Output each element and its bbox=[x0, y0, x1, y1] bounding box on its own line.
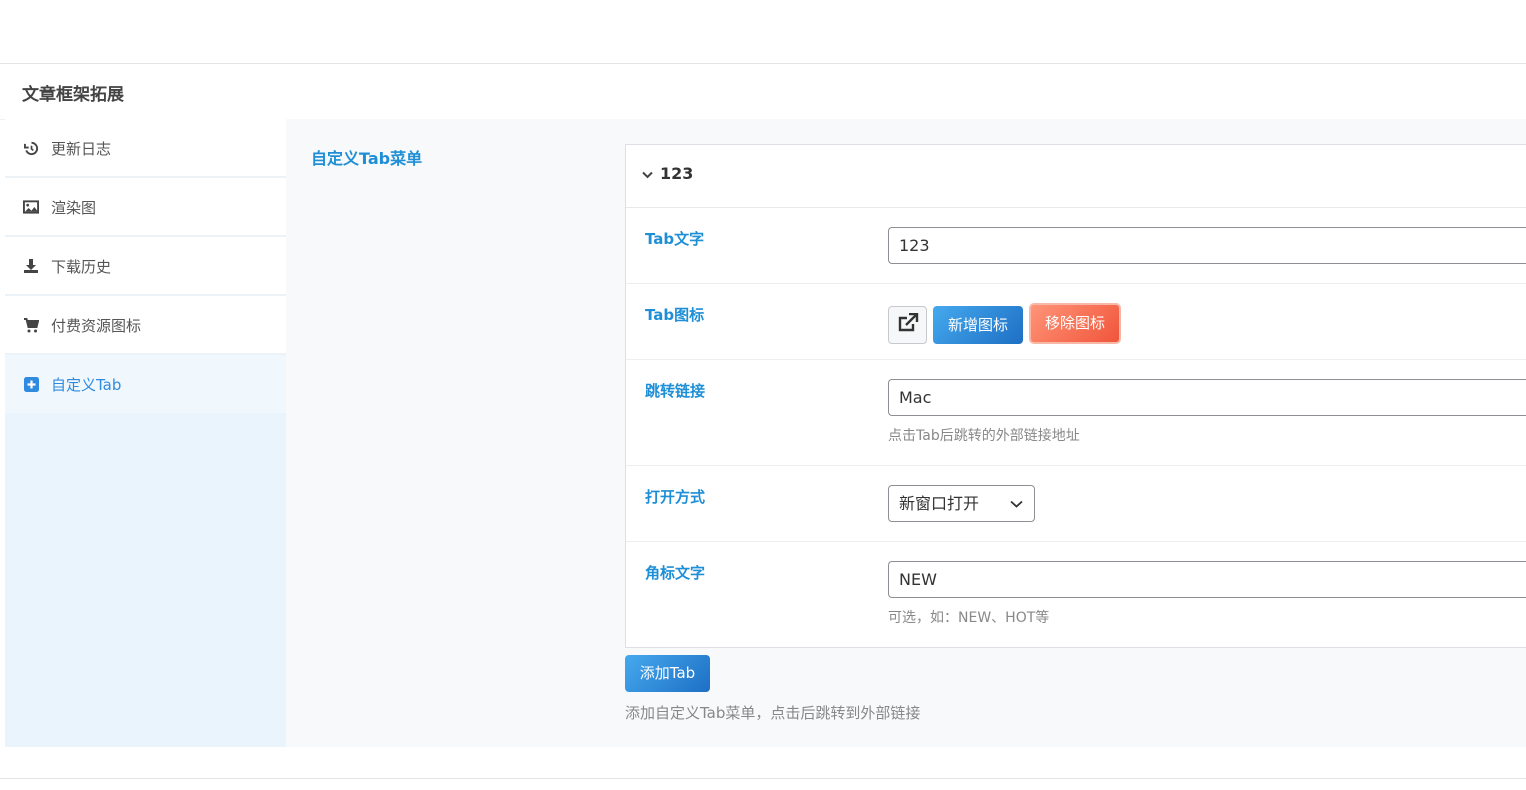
sidebar-item-paid-icon[interactable]: 付费资源图标 bbox=[5, 296, 286, 354]
field-label: 打开方式 bbox=[645, 488, 706, 506]
add-tab-description: 添加自定义Tab菜单，点击后跳转到外部链接 bbox=[625, 704, 921, 722]
field-label: 角标文字 bbox=[645, 564, 706, 582]
badge-text-input[interactable]: NEW bbox=[888, 561, 1526, 598]
icon-preview-button[interactable] bbox=[888, 306, 927, 344]
chevron-down-icon bbox=[1010, 486, 1024, 521]
panel-header: 文章框架拓展 bbox=[0, 64, 1526, 120]
add-tab-button[interactable]: 添加Tab bbox=[625, 655, 710, 692]
image-icon bbox=[23, 199, 39, 215]
field-row-tab-icon: Tab图标 新增图标 移除图标 bbox=[626, 284, 1526, 360]
sidebar: 更新日志 渲染图 下载历史 付费资源图标 自定义Tab bbox=[5, 119, 286, 747]
sidebar-item-renders[interactable]: 渲染图 bbox=[5, 178, 286, 236]
field-row-tab-text: Tab文字 123 bbox=[626, 208, 1526, 284]
tab-group: 123 Tab文字 123 Tab图标 新增图标 移除图标 跳转链接 Mac 点… bbox=[625, 144, 1526, 648]
field-description: 可选，如：NEW、HOT等 bbox=[888, 610, 1050, 626]
main-content: 自定义Tab菜单 123 Tab文字 123 Tab图标 新增图标 移除图标 跳… bbox=[286, 119, 1526, 747]
sidebar-item-custom-tab[interactable]: 自定义Tab bbox=[5, 355, 286, 413]
footer-divider bbox=[0, 778, 1526, 779]
add-icon-button[interactable]: 新增图标 bbox=[933, 306, 1023, 344]
top-bar bbox=[0, 0, 1526, 64]
field-label: Tab图标 bbox=[645, 306, 705, 324]
field-title: 自定义Tab菜单 bbox=[311, 149, 423, 168]
link-input[interactable]: Mac bbox=[888, 379, 1526, 416]
history-icon bbox=[23, 140, 39, 156]
sidebar-item-download-history[interactable]: 下载历史 bbox=[5, 237, 286, 295]
field-label: Tab文字 bbox=[645, 230, 705, 248]
sidebar-item-label: 下载历史 bbox=[51, 258, 112, 276]
group-header[interactable]: 123 bbox=[626, 145, 1526, 208]
field-row-link: 跳转链接 Mac 点击Tab后跳转的外部链接地址 bbox=[626, 360, 1526, 466]
sidebar-item-label: 自定义Tab bbox=[51, 376, 122, 394]
open-mode-select[interactable]: 新窗口打开 bbox=[888, 485, 1035, 522]
panel-title: 文章框架拓展 bbox=[22, 85, 124, 105]
field-label: 跳转链接 bbox=[645, 382, 706, 400]
field-row-open-mode: 打开方式 新窗口打开 bbox=[626, 466, 1526, 542]
plus-square-icon bbox=[23, 376, 39, 392]
tab-text-input[interactable]: 123 bbox=[888, 227, 1526, 264]
field-row-badge: 角标文字 NEW 可选，如：NEW、HOT等 bbox=[626, 542, 1526, 649]
remove-icon-button[interactable]: 移除图标 bbox=[1029, 303, 1121, 344]
external-link-icon bbox=[897, 312, 919, 337]
field-description: 点击Tab后跳转的外部链接地址 bbox=[888, 428, 1080, 444]
sidebar-item-label: 渲染图 bbox=[51, 199, 97, 217]
sidebar-item-changelog[interactable]: 更新日志 bbox=[5, 119, 286, 177]
sidebar-item-label: 更新日志 bbox=[51, 140, 112, 158]
download-icon bbox=[23, 258, 39, 274]
cart-icon bbox=[23, 317, 39, 333]
sidebar-item-label: 付费资源图标 bbox=[51, 317, 142, 335]
chevron-down-icon bbox=[642, 168, 653, 182]
select-value: 新窗口打开 bbox=[899, 494, 980, 513]
group-title: 123 bbox=[660, 164, 694, 183]
